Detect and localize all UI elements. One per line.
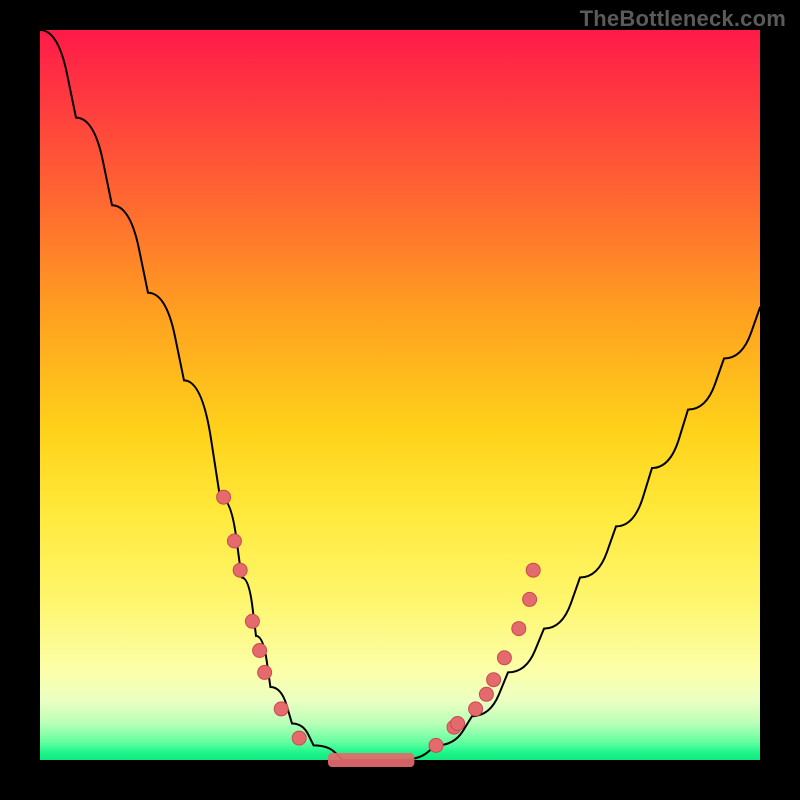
data-point-marker — [526, 563, 540, 577]
watermark-text: TheBottleneck.com — [580, 6, 786, 32]
data-point-marker — [479, 687, 493, 701]
data-point-marker — [274, 702, 288, 716]
bottom-flat-segment — [328, 753, 414, 767]
data-point-marker — [497, 651, 511, 665]
data-point-marker — [487, 673, 501, 687]
markers-right-group — [429, 563, 540, 752]
data-point-marker — [292, 731, 306, 745]
chart-svg — [40, 30, 760, 760]
plot-area — [40, 30, 760, 760]
data-point-marker — [429, 738, 443, 752]
markers-left-group — [217, 490, 307, 745]
data-point-marker — [253, 644, 267, 658]
data-point-marker — [233, 563, 247, 577]
data-point-marker — [258, 665, 272, 679]
chart-frame: TheBottleneck.com — [0, 0, 800, 800]
data-point-marker — [512, 622, 526, 636]
data-point-marker — [245, 614, 259, 628]
data-point-marker — [227, 534, 241, 548]
data-point-marker — [217, 490, 231, 504]
data-point-marker — [469, 702, 483, 716]
data-point-marker — [451, 717, 465, 731]
data-point-marker — [523, 592, 537, 606]
bottleneck-curve — [40, 30, 760, 760]
